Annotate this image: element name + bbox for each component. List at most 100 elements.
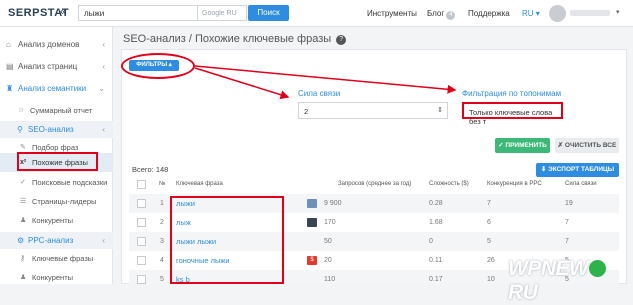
- sidebar-item-search-suggestions[interactable]: ✓ Поисковые подсказки: [0, 173, 113, 192]
- user-menu-chevron-icon[interactable]: ▾: [616, 8, 620, 16]
- home-icon: ⌂: [6, 40, 11, 49]
- watermark-right: RU: [508, 281, 538, 304]
- topic-filter-label: Фильтрация по топонимам: [462, 89, 562, 98]
- topic-filter-select[interactable]: Только ключевые слова без т: [462, 102, 563, 126]
- queries-value: 9 900: [324, 200, 342, 207]
- strength-label: Сила связи: [298, 89, 341, 98]
- total-count: Всего: 148: [132, 165, 169, 174]
- apply-button[interactable]: ✓ ПРИМЕНИТЬ: [495, 138, 550, 153]
- chevron-down-icon: ▾: [535, 9, 540, 18]
- queries-value: 50: [324, 238, 332, 245]
- strength-value: 19: [565, 200, 573, 207]
- row-checkbox[interactable]: [137, 218, 146, 227]
- difficulty-value: 1.68: [429, 219, 443, 226]
- sidebar-item-summary[interactable]: ☆ Суммарный отчет: [0, 101, 113, 120]
- strength-select[interactable]: 2 ⇕: [298, 102, 448, 119]
- row-checkbox[interactable]: [137, 275, 146, 284]
- collapse-sidebar-icon[interactable]: «: [60, 6, 66, 18]
- chevron-down-icon: ⌄: [98, 84, 105, 93]
- ppc-value: 7: [487, 200, 491, 207]
- difficulty-value: 0.11: [429, 257, 443, 264]
- chevron-left-icon: ‹: [102, 125, 105, 134]
- highlight-ellipse-filters: [121, 53, 195, 79]
- queries-value: 170: [324, 219, 336, 226]
- sidebar-group-label: PPC-анализ: [28, 236, 74, 245]
- col-header-ppc[interactable]: Конкуренция в PPC: [487, 181, 542, 187]
- col-header-difficulty[interactable]: Сложность ($): [429, 181, 469, 187]
- row-number: 1: [160, 200, 164, 207]
- nav-blog-label: Блог: [427, 9, 445, 18]
- search-input[interactable]: лыжи: [78, 5, 197, 21]
- export-table-button[interactable]: ⬇ ЭКСПОРТ ТАБЛИЦЫ: [536, 163, 619, 177]
- select-all-checkbox[interactable]: [137, 180, 146, 189]
- star-icon: ☆: [18, 107, 25, 114]
- chevron-left-icon: ‹: [102, 62, 105, 71]
- region-select[interactable]: Google RU: [197, 5, 247, 21]
- col-header-strength[interactable]: Сила связи: [565, 181, 597, 187]
- sidebar-item-ppc-competitors[interactable]: ♟ Конкуренты: [0, 268, 113, 287]
- strength-value: 2: [304, 107, 309, 116]
- row-checkbox[interactable]: [137, 237, 146, 246]
- sidebar-item-ppc-keywords[interactable]: ⚷ Ключевые фразы: [0, 249, 113, 268]
- clear-all-button[interactable]: ✗ ОЧИСТИТЬ ВСЕ: [555, 138, 619, 153]
- queries-value: 110: [324, 276, 336, 283]
- language-label: RU: [522, 9, 534, 18]
- sidebar-group-label: SEO-анализ: [28, 125, 74, 134]
- ppc-value: 5: [487, 238, 491, 245]
- watermark-left: WPNEW: [508, 257, 589, 280]
- blog-count-badge: 4: [446, 11, 456, 20]
- row-checkbox[interactable]: [137, 256, 146, 265]
- search-button[interactable]: Поиск: [248, 5, 289, 21]
- ppc-value: 26: [487, 257, 495, 264]
- col-header-queries[interactable]: Запросов (среднее за год): [338, 181, 411, 187]
- users-icon: ♟: [20, 217, 27, 224]
- check-icon: ✓: [20, 179, 26, 186]
- sidebar-item-label: Анализ доменов: [18, 40, 80, 49]
- help-icon[interactable]: ?: [336, 35, 347, 45]
- serp-feature-icon: [307, 199, 317, 208]
- sidebar-item-seo-competitors[interactable]: ♟ Конкуренты: [0, 211, 113, 230]
- nav-support[interactable]: Поддержка: [468, 9, 510, 18]
- sidebar-item-page-analysis[interactable]: ▤ Анализ страниц ‹: [0, 55, 113, 78]
- users-icon: ♟: [20, 274, 27, 281]
- ppc-value: 6: [487, 219, 491, 226]
- page-title-text: SEO-анализ / Похожие ключевые фразы: [123, 33, 332, 45]
- row-number: 2: [160, 219, 164, 226]
- watermark: WPNEWRU: [508, 257, 633, 305]
- nav-tools[interactable]: Инструменты: [367, 9, 417, 18]
- page-icon: ▤: [6, 62, 14, 71]
- sidebar-group-ppc[interactable]: ⚙ PPC-анализ ‹: [0, 232, 113, 249]
- sidebar-item-label: Анализ семантики: [18, 84, 87, 93]
- row-checkbox[interactable]: [137, 199, 146, 208]
- ppc-value: 10: [487, 276, 495, 283]
- chevron-left-icon: ‹: [102, 236, 105, 245]
- sidebar-item-label: Ключевые фразы: [32, 254, 94, 263]
- nav-blog[interactable]: Блог 4: [427, 9, 456, 20]
- difficulty-value: 0.28: [429, 200, 443, 207]
- language-switcher[interactable]: RU ▾: [522, 9, 540, 18]
- sidebar-item-label: Анализ страниц: [18, 62, 78, 71]
- semantics-icon: ♜: [6, 84, 14, 93]
- sidebar-item-label: Поисковые подсказки: [32, 178, 108, 187]
- chevron-down-icon: ⇕: [437, 107, 443, 114]
- sidebar-item-label: Конкуренты: [32, 216, 74, 225]
- col-header-keyword[interactable]: Ключевая фраза: [176, 181, 223, 187]
- dollar-icon: $: [307, 256, 317, 265]
- sidebar-item-leader-pages[interactable]: ☰ Страницы-лидеры: [0, 192, 113, 211]
- difficulty-value: 0: [429, 238, 433, 245]
- key-icon: ⚷: [20, 255, 26, 262]
- sidebar-group-seo[interactable]: ⚲ SEO-анализ ‹: [0, 121, 113, 138]
- highlight-frame-active-item: [17, 152, 98, 171]
- sidebar-item-label: Подбор фраз: [32, 143, 79, 152]
- sidebar-item-domain-analysis[interactable]: ⌂ Анализ доменов ‹: [0, 33, 113, 56]
- sidebar-item-label: Суммарный отчет: [30, 106, 93, 115]
- row-number: 4: [160, 257, 164, 264]
- highlight-frame-keywords: [170, 196, 284, 284]
- top-bar: SERPSTAT « лыжи Google RU Поиск Инструме…: [0, 0, 633, 27]
- search-icon: ⚲: [17, 125, 23, 134]
- list-icon: ☰: [20, 198, 27, 205]
- avatar[interactable]: [549, 5, 566, 22]
- sidebar-item-semantics-analysis[interactable]: ♜ Анализ семантики ⌄: [0, 77, 113, 100]
- row-number: 5: [160, 276, 164, 283]
- username[interactable]: [570, 10, 610, 16]
